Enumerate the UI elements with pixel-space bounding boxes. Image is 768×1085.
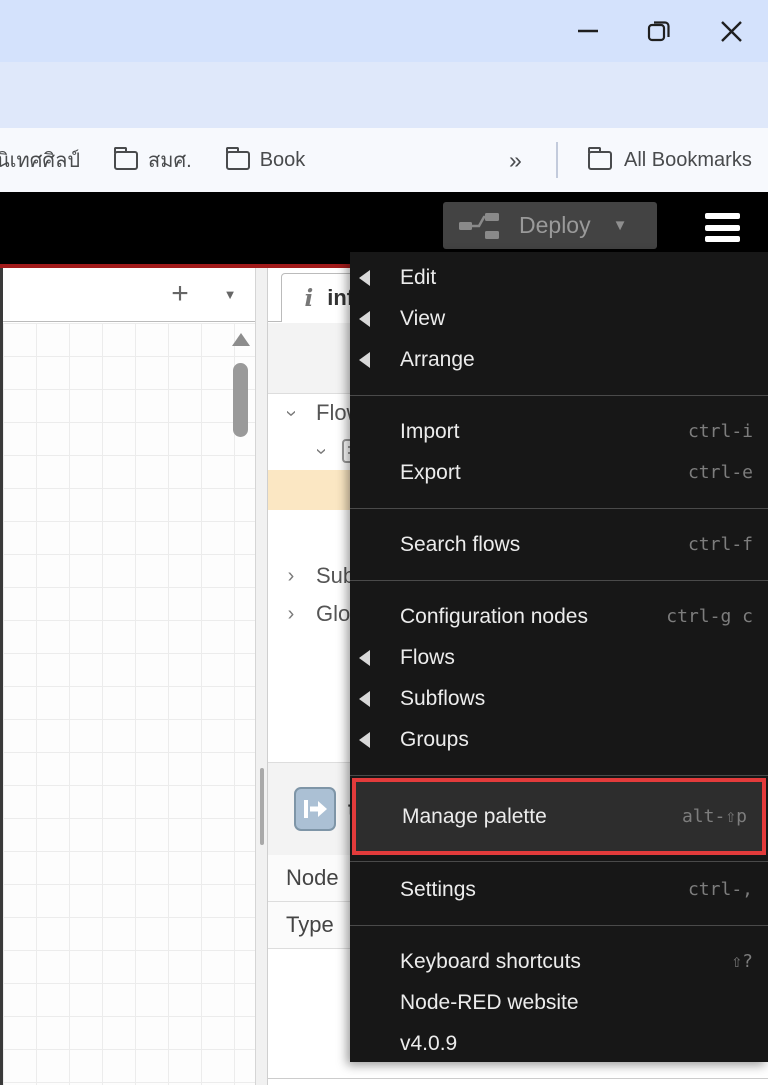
sidebar-footer-divider: [268, 1078, 768, 1079]
deploy-label: Deploy: [519, 212, 591, 238]
row-label: Type: [286, 912, 334, 937]
chevron-right-icon[interactable]: ›: [280, 565, 302, 588]
flow-canvas[interactable]: [3, 323, 255, 1085]
chevron-right-icon[interactable]: ›: [280, 603, 302, 626]
menu-item-flows[interactable]: Flows: [350, 637, 768, 678]
menu-item-import[interactable]: Import ctrl-i: [350, 411, 768, 452]
canvas-scrollbar-thumb[interactable]: [233, 363, 248, 437]
menu-item-nodered-website[interactable]: Node-RED website: [350, 982, 768, 1023]
submenu-left-arrow-icon: [359, 270, 370, 286]
menu-separator: [350, 508, 768, 509]
inject-node-icon: [294, 787, 336, 831]
menu-item-arrange[interactable]: Arrange: [350, 339, 768, 380]
bookmark-label: สมศ.: [148, 150, 192, 172]
all-bookmarks-label: All Bookmarks: [624, 148, 752, 171]
row-label: Node: [286, 865, 339, 890]
window-restore-button[interactable]: [636, 0, 682, 62]
submenu-left-arrow-icon: [359, 732, 370, 748]
menu-item-subflows[interactable]: Subflows: [350, 678, 768, 719]
chevron-down-icon[interactable]: ›: [310, 440, 333, 462]
menu-item-export[interactable]: Export ctrl-e: [350, 452, 768, 493]
bookmark-label: นิเทศศิลป์: [0, 150, 81, 172]
submenu-left-arrow-icon: [359, 650, 370, 666]
scroll-up-icon[interactable]: [232, 333, 250, 346]
menu-separator: [350, 861, 768, 862]
folder-icon: [225, 146, 250, 170]
submenu-left-arrow-icon: [359, 352, 370, 368]
deploy-icon: [459, 212, 499, 239]
info-icon: i: [304, 284, 314, 312]
menu-item-settings[interactable]: Settings ctrl-,: [350, 869, 768, 910]
window-minimize-button[interactable]: [565, 0, 611, 62]
close-icon: [720, 20, 742, 42]
bookmarks-overflow-chevron[interactable]: »: [509, 147, 522, 174]
flow-list-dropdown-icon[interactable]: ▼: [215, 280, 245, 310]
sidebar-resize-divider[interactable]: [255, 268, 268, 1085]
manage-palette-annotation-box: Manage palette alt-⇧p: [352, 778, 766, 855]
deploy-dropdown-caret-icon[interactable]: ▼: [613, 217, 628, 234]
folder-icon: [114, 146, 139, 170]
minimize-icon: [578, 29, 598, 33]
bookmark-folder[interactable]: สมศ.: [114, 144, 192, 176]
bookmarks-bar: นิเทศศิลป์ สมศ. Book » All Bookmarks: [0, 128, 768, 192]
folder-icon: [588, 146, 612, 170]
bookmark-item[interactable]: นิเทศศิลป์: [0, 144, 80, 176]
restore-icon: [647, 21, 670, 42]
divider-drag-handle[interactable]: [260, 768, 264, 845]
bookmark-label: Book: [259, 148, 306, 171]
bookmark-folder[interactable]: Book: [225, 146, 306, 172]
menu-item-groups[interactable]: Groups: [350, 719, 768, 760]
menu-item-search-flows[interactable]: Search flows ctrl-f: [350, 524, 768, 565]
browser-toolbar: ☆: [0, 62, 768, 182]
menu-separator: [350, 580, 768, 581]
menu-separator: [350, 395, 768, 396]
add-flow-button[interactable]: +: [161, 275, 199, 313]
window-close-button[interactable]: [708, 0, 754, 62]
menu-item-edit[interactable]: Edit: [350, 257, 768, 298]
workspace-region: + ▼: [3, 268, 255, 1085]
menu-separator: [350, 925, 768, 926]
bookmarks-separator: [556, 142, 558, 178]
menu-item-version: v4.0.9: [400, 1031, 458, 1055]
workspace-tabbar: + ▼: [3, 268, 255, 322]
menu-item-configuration-nodes[interactable]: Configuration nodes ctrl-g c: [350, 596, 768, 637]
main-menu-button[interactable]: [705, 213, 740, 242]
menu-item-manage-palette[interactable]: Manage palette alt-⇧p: [356, 796, 762, 837]
deploy-button[interactable]: Deploy ▼: [443, 202, 657, 249]
all-bookmarks-button[interactable]: All Bookmarks: [588, 146, 752, 172]
submenu-left-arrow-icon: [359, 311, 370, 327]
browser-window: ☆ นิเทศศิลป์ สมศ. Book » All Bookmarks: [0, 0, 768, 1085]
chevron-down-icon[interactable]: ›: [280, 402, 303, 424]
menu-item-view[interactable]: View: [350, 298, 768, 339]
browser-titlebar: [0, 0, 768, 62]
menu-item-keyboard-shortcuts[interactable]: Keyboard shortcuts ⇧?: [350, 941, 768, 982]
menu-separator: [350, 775, 768, 776]
submenu-left-arrow-icon: [359, 691, 370, 707]
main-dropdown-menu: Edit View Arrange Import ctrl-i Export c…: [350, 252, 768, 1062]
